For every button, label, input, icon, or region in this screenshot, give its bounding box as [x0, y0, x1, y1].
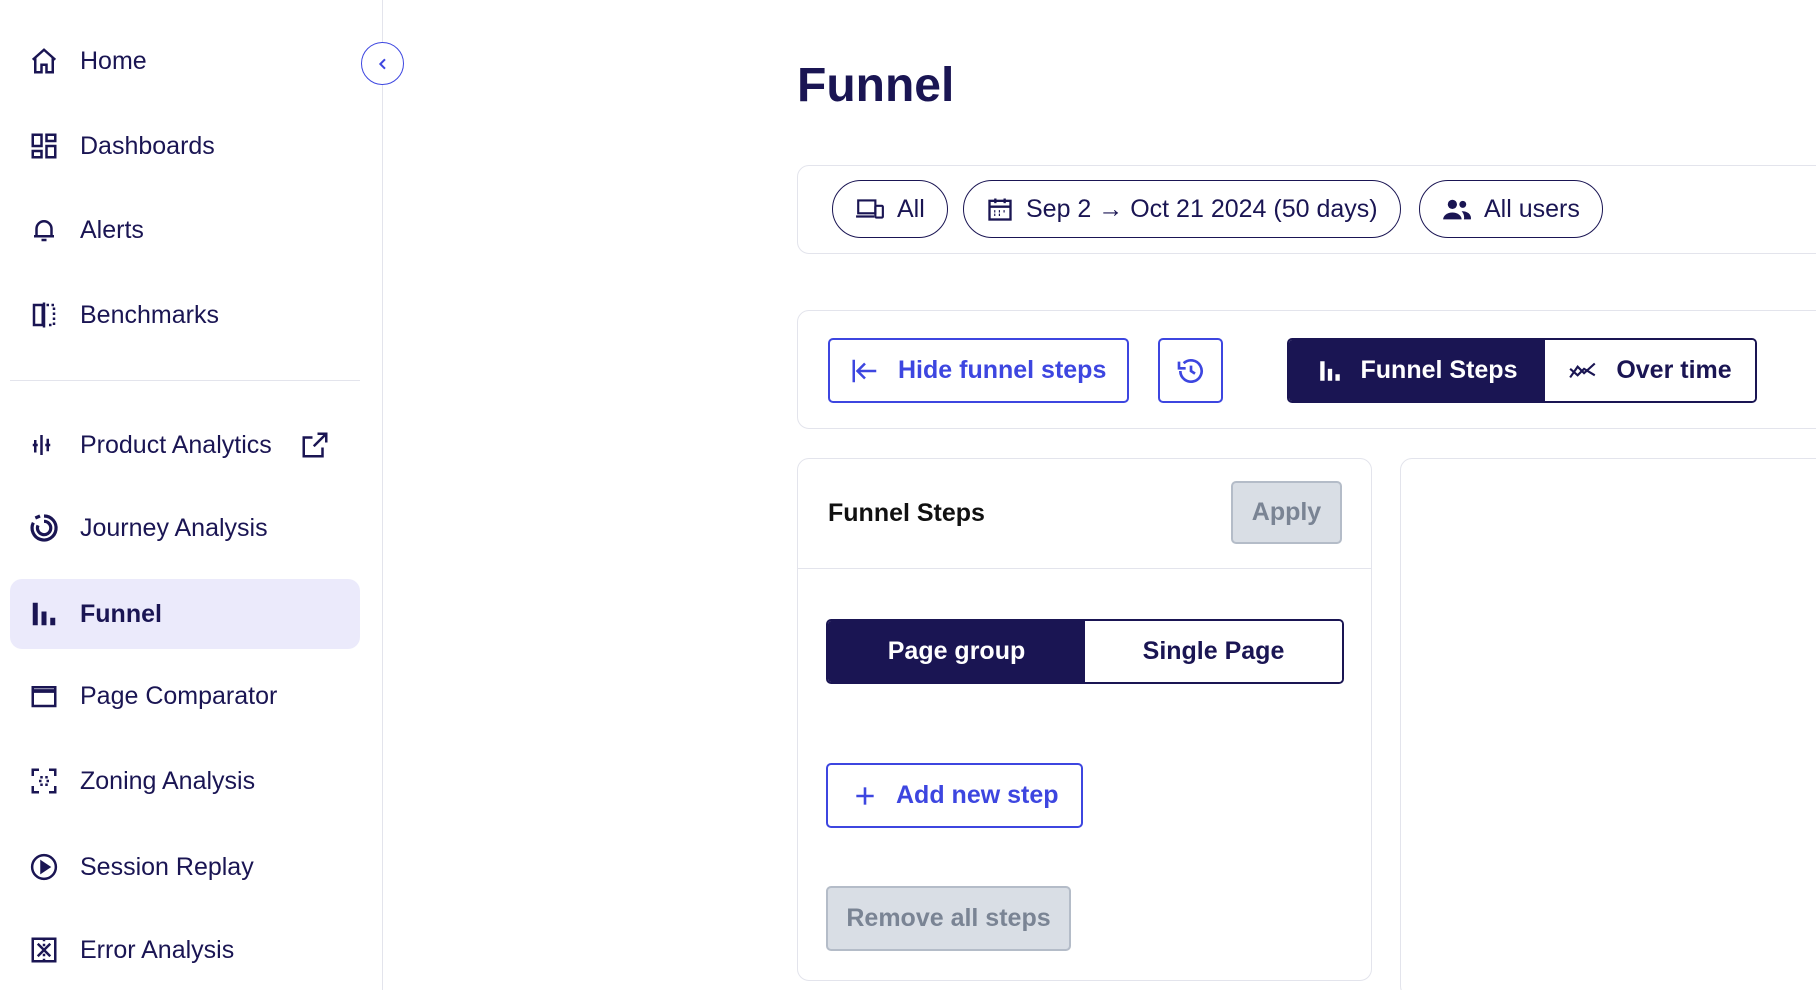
journey-icon	[28, 512, 60, 544]
step-mode-toggle: Page group Single Page	[826, 619, 1344, 684]
sidebar: Home Dashboards Alerts Benchmarks Produc…	[0, 0, 383, 990]
users-icon	[1442, 196, 1472, 222]
device-filter-chip[interactable]: All	[832, 180, 948, 238]
page-comparator-icon	[28, 680, 60, 712]
sidebar-item-product-analytics[interactable]: Product Analytics	[10, 410, 360, 480]
sidebar-item-label: Benchmarks	[80, 300, 219, 329]
over-time-view-label: Over time	[1616, 356, 1732, 384]
page-group-option[interactable]: Page group	[828, 621, 1085, 682]
funnel-chart-panel	[1400, 458, 1816, 990]
app: Home Dashboards Alerts Benchmarks Produc…	[0, 0, 1816, 990]
trend-icon	[1568, 358, 1598, 384]
sidebar-item-label: Error Analysis	[80, 935, 235, 964]
collapse-left-icon	[850, 356, 880, 386]
sidebar-item-alerts[interactable]: Alerts	[10, 195, 360, 265]
page-title: Funnel	[797, 59, 955, 112]
view-toggle: Funnel Steps Over time	[1287, 338, 1757, 403]
history-icon	[1175, 355, 1207, 387]
devices-icon	[855, 196, 885, 222]
over-time-view-button[interactable]: Over time	[1545, 340, 1755, 401]
funnel-steps-header: Funnel Steps Apply	[798, 459, 1371, 569]
funnel-steps-title: Funnel Steps	[828, 499, 985, 527]
sidebar-item-page-comparator[interactable]: Page Comparator	[10, 661, 360, 731]
history-button[interactable]	[1158, 338, 1223, 403]
sidebar-item-label: Session Replay	[80, 852, 254, 881]
zoning-icon	[28, 765, 60, 797]
external-link-icon[interactable]	[300, 430, 330, 460]
plus-icon	[852, 783, 878, 809]
sidebar-item-benchmarks[interactable]: Benchmarks	[10, 280, 360, 350]
bell-icon	[28, 214, 60, 246]
add-new-step-button[interactable]: Add new step	[826, 763, 1083, 828]
sidebar-divider	[10, 380, 360, 381]
error-analysis-icon	[28, 934, 60, 966]
funnel-steps-panel: Funnel Steps Apply Page group Single Pag…	[797, 458, 1372, 981]
sidebar-item-funnel[interactable]: Funnel	[10, 579, 360, 649]
funnel-steps-view-label: Funnel Steps	[1360, 356, 1518, 384]
sidebar-item-label: Page Comparator	[80, 681, 278, 710]
hide-funnel-steps-label: Hide funnel steps	[898, 356, 1107, 384]
sidebar-item-error-analysis[interactable]: Error Analysis	[10, 915, 360, 985]
date-range-label: Sep 2 → Oct 21 2024 (50 days)	[1026, 194, 1378, 223]
chevron-left-icon	[375, 56, 391, 72]
sidebar-item-label: Zoning Analysis	[80, 766, 256, 795]
sidebar-item-journey-analysis[interactable]: Journey Analysis	[10, 493, 360, 563]
sidebar-item-zoning-analysis[interactable]: Zoning Analysis	[10, 746, 360, 816]
sidebar-item-session-replay[interactable]: Session Replay	[10, 832, 360, 902]
product-analytics-icon	[28, 429, 60, 461]
sidebar-item-home[interactable]: Home	[10, 26, 360, 96]
hide-funnel-steps-button[interactable]: Hide funnel steps	[828, 338, 1129, 403]
funnel-icon	[1317, 358, 1343, 384]
play-icon	[28, 851, 60, 883]
remove-all-steps-button[interactable]: Remove all steps	[826, 886, 1071, 951]
collapse-sidebar-button[interactable]	[361, 42, 404, 85]
dashboard-icon	[28, 130, 60, 162]
benchmark-icon	[28, 299, 60, 331]
segment-label: All users	[1484, 194, 1580, 223]
funnel-steps-view-button[interactable]: Funnel Steps	[1289, 340, 1545, 401]
home-icon	[28, 45, 60, 77]
sidebar-item-label: Product Analytics	[80, 430, 272, 459]
sidebar-item-dashboards[interactable]: Dashboards	[10, 111, 360, 181]
device-filter-label: All	[897, 194, 925, 223]
sidebar-item-label: Alerts	[80, 215, 144, 244]
sidebar-item-label: Home	[80, 46, 147, 75]
date-range-chip[interactable]: Sep 2 → Oct 21 2024 (50 days)	[963, 180, 1401, 238]
add-new-step-label: Add new step	[896, 781, 1059, 809]
funnel-icon	[28, 598, 60, 630]
sidebar-item-label: Dashboards	[80, 131, 215, 160]
calendar-icon	[986, 195, 1014, 223]
sidebar-item-label: Journey Analysis	[80, 513, 268, 542]
apply-button[interactable]: Apply	[1231, 481, 1342, 544]
segment-chip[interactable]: All users	[1419, 180, 1603, 238]
sidebar-item-label: Funnel	[80, 599, 162, 628]
single-page-option[interactable]: Single Page	[1085, 621, 1342, 682]
